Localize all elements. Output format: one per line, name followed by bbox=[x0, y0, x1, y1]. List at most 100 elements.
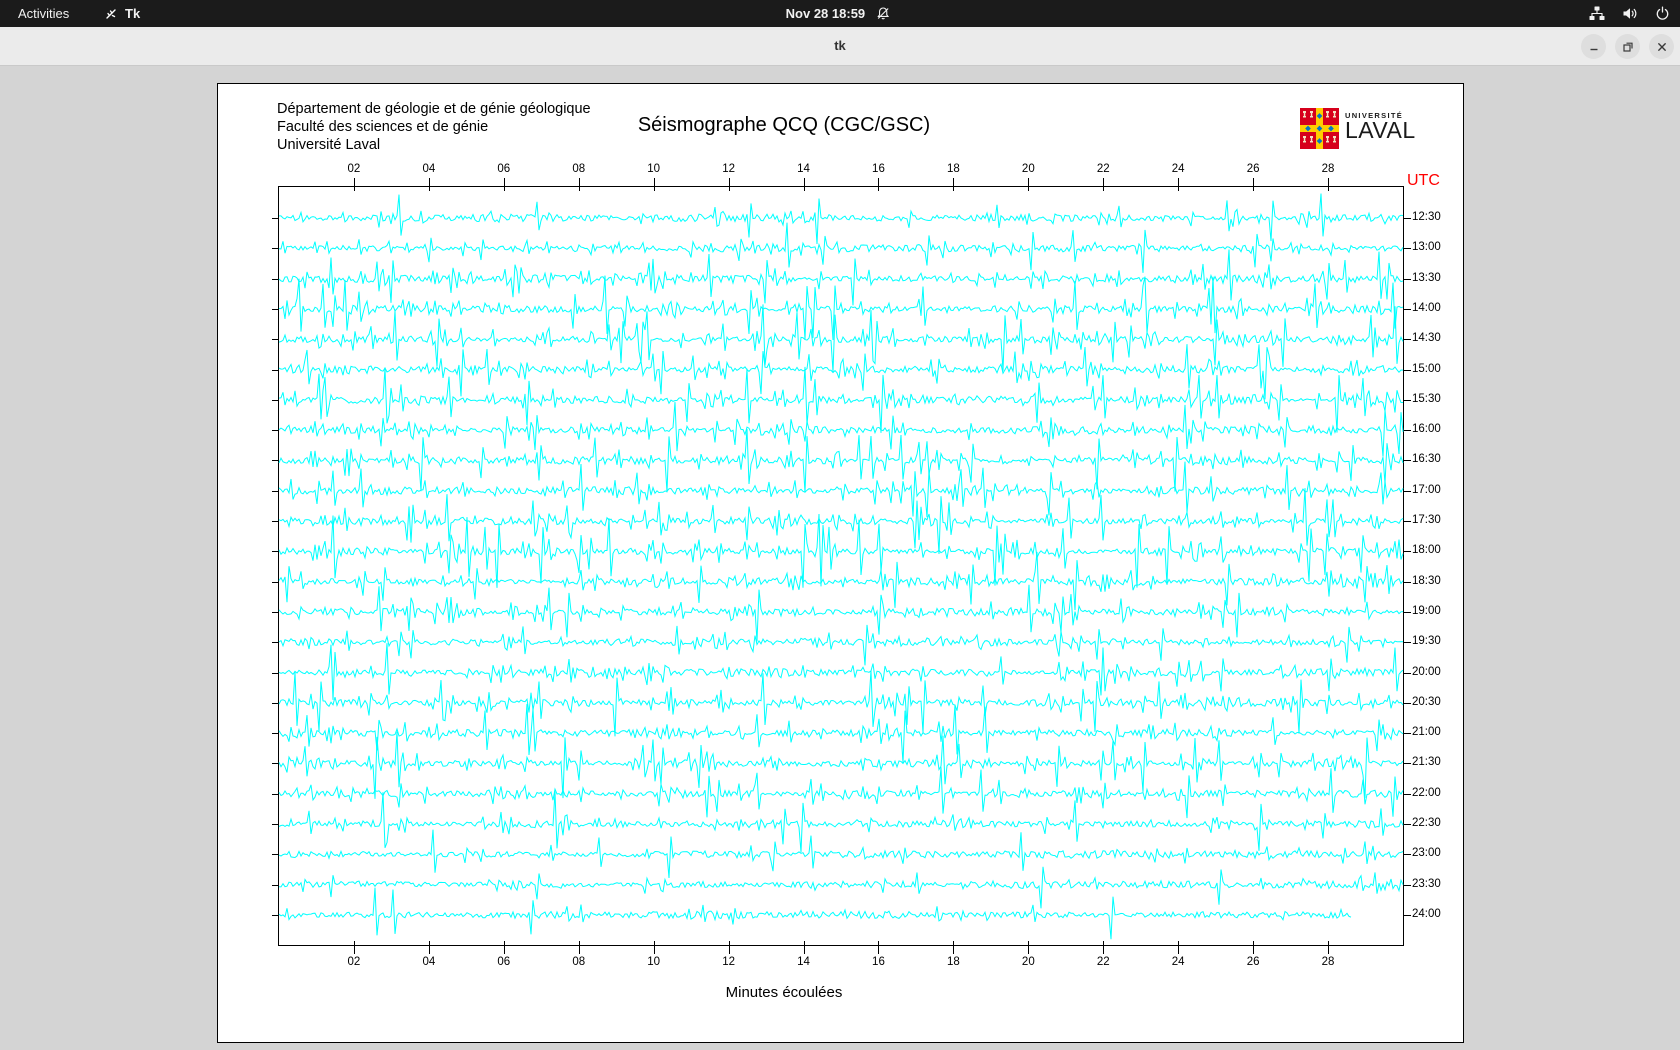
gnome-top-bar: Activities Tk Nov 28 18:59 bbox=[0, 0, 1680, 27]
header-line-departement: Département de géologie et de génie géol… bbox=[277, 101, 591, 117]
row-tick-left bbox=[272, 218, 279, 219]
row-tick-right bbox=[1403, 521, 1411, 522]
x-tick-label-bottom: 12 bbox=[722, 956, 735, 968]
trace-row bbox=[278, 402, 1404, 457]
row-tick-right bbox=[1403, 581, 1411, 583]
row-tick-left bbox=[272, 248, 279, 250]
close-button[interactable] bbox=[1649, 34, 1674, 59]
time-label: 18:30 bbox=[1412, 574, 1441, 587]
row-tick-right bbox=[1403, 763, 1411, 765]
row-tick-right bbox=[1403, 793, 1411, 795]
row-tick-left bbox=[272, 824, 279, 825]
minimize-button[interactable] bbox=[1581, 34, 1606, 59]
plot-title: Séismographe QCQ (CGC/GSC) bbox=[637, 114, 931, 136]
row-tick-left bbox=[272, 460, 279, 462]
laval-shield-icon bbox=[1300, 108, 1339, 154]
trace-row bbox=[278, 791, 1404, 853]
x-tick-label-top: 18 bbox=[946, 163, 960, 175]
row-tick-left bbox=[272, 854, 279, 856]
x-tick-label-bottom: 28 bbox=[1321, 956, 1335, 968]
x-tick-label-bottom: 02 bbox=[347, 956, 361, 968]
trace-row bbox=[278, 428, 1404, 493]
x-tick-label-top: 26 bbox=[1246, 163, 1260, 175]
time-label: 16:00 bbox=[1412, 423, 1441, 436]
row-tick-right bbox=[1403, 278, 1411, 280]
trace-row bbox=[278, 731, 1404, 799]
activities-button[interactable]: Activities bbox=[12, 0, 75, 27]
clock-menu[interactable]: Nov 28 18:59 bbox=[786, 0, 891, 27]
power-icon bbox=[1655, 6, 1670, 21]
trace-row bbox=[278, 584, 1404, 642]
x-tick-label-top: 28 bbox=[1321, 163, 1335, 175]
x-tick-label-bottom: 24 bbox=[1171, 956, 1185, 968]
close-icon bbox=[1657, 42, 1666, 51]
x-tick-label-bottom: 20 bbox=[1021, 956, 1035, 968]
row-tick-right bbox=[1403, 672, 1411, 674]
row-tick-right bbox=[1403, 642, 1411, 644]
x-tick-label-bottom: 14 bbox=[797, 956, 810, 968]
row-tick-left bbox=[272, 611, 279, 613]
institution-header: Département de géologie et de génie géol… bbox=[277, 100, 591, 154]
row-tick-right bbox=[1403, 430, 1411, 432]
trace-row bbox=[278, 366, 1403, 433]
time-label: 22:00 bbox=[1412, 786, 1441, 799]
time-label: 17:00 bbox=[1412, 483, 1441, 496]
x-tick-label-top: 14 bbox=[797, 163, 810, 175]
x-tick-label-bottom: 16 bbox=[872, 956, 885, 968]
minimize-icon bbox=[1590, 48, 1597, 50]
focused-app-menu[interactable]: Tk bbox=[104, 0, 140, 27]
row-tick-right bbox=[1403, 611, 1411, 613]
x-tick-label-bottom: 04 bbox=[422, 956, 436, 968]
trace-row bbox=[278, 643, 1404, 700]
x-tick-label-bottom: 18 bbox=[946, 956, 960, 968]
volume-icon bbox=[1622, 6, 1638, 21]
row-tick-right bbox=[1403, 218, 1411, 219]
row-tick-left bbox=[272, 308, 279, 310]
row-tick-left bbox=[272, 884, 279, 886]
row-tick-right bbox=[1403, 460, 1411, 462]
row-tick-left bbox=[272, 672, 279, 674]
row-tick-right bbox=[1403, 854, 1411, 856]
window-title-bar: tk bbox=[0, 27, 1680, 66]
restore-icon bbox=[1622, 42, 1633, 52]
time-label: 13:00 bbox=[1412, 241, 1441, 254]
trace-row bbox=[279, 193, 1404, 245]
time-label: 16:30 bbox=[1412, 453, 1441, 466]
time-label: 12:30 bbox=[1412, 211, 1441, 223]
restore-button[interactable] bbox=[1615, 34, 1640, 59]
trace-row bbox=[278, 304, 1404, 372]
row-tick-right bbox=[1403, 399, 1411, 401]
row-tick-left bbox=[272, 551, 279, 553]
row-tick-left bbox=[272, 793, 279, 795]
row-tick-left bbox=[272, 490, 279, 492]
seismogram-traces bbox=[278, 193, 1404, 940]
row-tick-left bbox=[272, 521, 279, 522]
time-label: 23:00 bbox=[1412, 847, 1441, 860]
row-tick-right bbox=[1403, 308, 1411, 310]
time-label: 13:30 bbox=[1412, 271, 1441, 284]
logo-laval-text: LAVAL bbox=[1345, 117, 1416, 143]
row-tick-right bbox=[1403, 551, 1411, 553]
row-tick-right bbox=[1403, 914, 1411, 916]
x-tick-label-top: 06 bbox=[497, 163, 511, 175]
system-status-area[interactable] bbox=[1589, 0, 1670, 27]
time-label: 17:30 bbox=[1412, 514, 1441, 526]
time-label: 14:30 bbox=[1412, 332, 1441, 345]
row-tick-right bbox=[1403, 248, 1411, 250]
time-label: 20:00 bbox=[1412, 665, 1441, 678]
trace-row bbox=[278, 249, 1404, 306]
helicorder-plot: 02 02 04 04 06 06 08 08 10 10 12 12 14 14 16 16 18 18 20 20… bbox=[272, 163, 1441, 968]
x-tick-label-top: 20 bbox=[1021, 163, 1035, 175]
row-tick-right bbox=[1403, 884, 1411, 886]
time-label: 22:30 bbox=[1412, 817, 1441, 829]
focused-app-name: Tk bbox=[125, 6, 141, 21]
trace-row bbox=[278, 829, 1404, 879]
window-title: tk bbox=[834, 38, 846, 53]
time-label: 24:00 bbox=[1412, 907, 1441, 920]
trace-row bbox=[278, 222, 1404, 273]
header-line-universite: Université Laval bbox=[277, 137, 381, 153]
row-tick-right bbox=[1403, 824, 1411, 825]
row-tick-left bbox=[272, 369, 279, 371]
trace-row bbox=[278, 887, 1352, 940]
row-tick-right bbox=[1403, 339, 1411, 341]
